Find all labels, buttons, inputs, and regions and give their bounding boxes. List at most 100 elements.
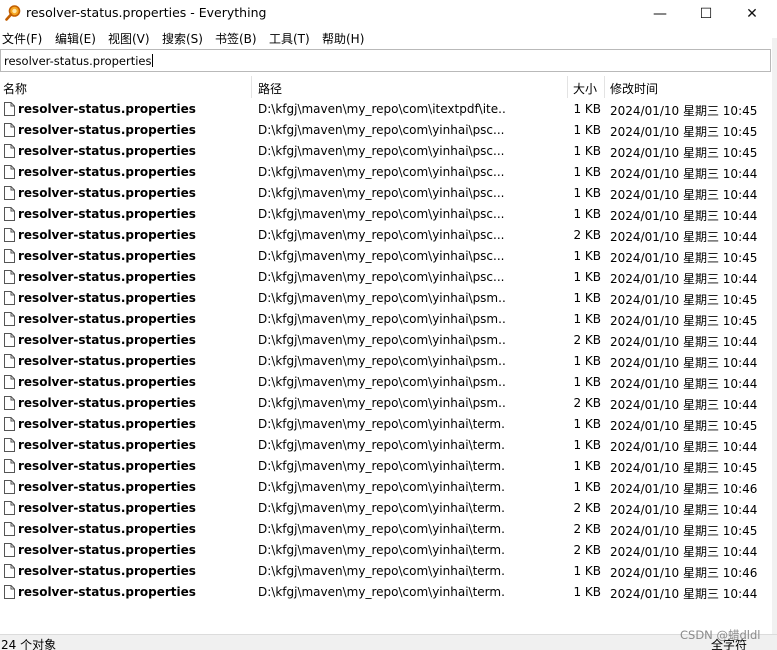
file-size: 2 KB [573,333,601,347]
maximize-button[interactable]: ☐ [683,0,729,27]
file-path: D:\kfgj\maven\my_repo\com\yinhai\psc... [258,270,505,284]
magnifier-icon [4,4,22,22]
column-header-name[interactable]: 名称 [3,80,27,97]
table-row[interactable]: resolver-status.properties D:\kfgj\maven\… [0,477,771,498]
column-divider[interactable] [251,76,252,98]
menu-edit[interactable]: 编辑(E) [55,30,96,47]
file-modified: 2024/01/10 星期三 10:44 [610,272,758,286]
file-path: D:\kfgj\maven\my_repo\com\yinhai\term... [258,438,506,452]
file-modified: 2024/01/10 星期三 10:45 [610,251,758,265]
file-path: D:\kfgj\maven\my_repo\com\yinhai\psm... [258,291,506,305]
file-path: D:\kfgj\maven\my_repo\com\yinhai\term... [258,585,506,599]
table-row[interactable]: resolver-status.properties D:\kfgj\maven\… [0,141,771,162]
column-divider[interactable] [567,76,568,98]
column-header-size[interactable]: 大小 [573,80,597,97]
file-icon [4,501,15,515]
file-size: 1 KB [573,312,601,326]
menu-bookmarks[interactable]: 书签(B) [215,30,257,47]
table-row[interactable]: resolver-status.properties D:\kfgj\maven\… [0,309,771,330]
table-row[interactable]: resolver-status.properties D:\kfgj\maven\… [0,330,771,351]
file-path: D:\kfgj\maven\my_repo\com\yinhai\psc... [258,144,505,158]
file-path: D:\kfgj\maven\my_repo\com\yinhai\psm... [258,312,506,326]
file-size: 1 KB [573,585,601,599]
watermark: CSDN @蜡dldl [680,628,761,642]
file-modified: 2024/01/10 星期三 10:46 [610,566,758,580]
file-modified: 2024/01/10 星期三 10:44 [610,503,758,517]
file-size: 1 KB [573,165,601,179]
results-list: resolver-status.properties D:\kfgj\maven\… [0,99,771,603]
file-size: 2 KB [573,543,601,557]
file-name: resolver-status.properties [18,564,196,578]
file-size: 1 KB [573,249,601,263]
file-name: resolver-status.properties [18,123,196,137]
file-path: D:\kfgj\maven\my_repo\com\yinhai\psm... [258,333,506,347]
table-row[interactable]: resolver-status.properties D:\kfgj\maven\… [0,204,771,225]
search-input[interactable]: resolver-status.properties [0,49,771,72]
file-size: 1 KB [573,354,601,368]
file-name: resolver-status.properties [18,543,196,557]
file-name: resolver-status.properties [18,102,196,116]
window-title: resolver-status.properties - Everything [26,5,267,20]
result-count: 24 个对象 [1,638,57,650]
file-name: resolver-status.properties [18,270,196,284]
file-icon [4,312,15,326]
table-row[interactable]: resolver-status.properties D:\kfgj\maven\… [0,540,771,561]
file-name: resolver-status.properties [18,480,196,494]
file-modified: 2024/01/10 星期三 10:44 [610,230,758,244]
file-name: resolver-status.properties [18,207,196,221]
file-size: 1 KB [573,123,601,137]
menu-help[interactable]: 帮助(H) [322,30,364,47]
file-modified: 2024/01/10 星期三 10:44 [610,440,758,454]
file-modified: 2024/01/10 星期三 10:45 [610,419,758,433]
table-row[interactable]: resolver-status.properties D:\kfgj\maven\… [0,288,771,309]
table-row[interactable]: resolver-status.properties D:\kfgj\maven\… [0,582,771,603]
file-size: 2 KB [573,522,601,536]
column-header-modified[interactable]: 修改时间 [610,80,658,97]
file-icon [4,207,15,221]
table-row[interactable]: resolver-status.properties D:\kfgj\maven\… [0,183,771,204]
table-row[interactable]: resolver-status.properties D:\kfgj\maven\… [0,351,771,372]
file-modified: 2024/01/10 星期三 10:44 [610,356,758,370]
table-row[interactable]: resolver-status.properties D:\kfgj\maven\… [0,162,771,183]
file-modified: 2024/01/10 星期三 10:45 [610,125,758,139]
file-icon [4,165,15,179]
table-row[interactable]: resolver-status.properties D:\kfgj\maven\… [0,456,771,477]
column-divider[interactable] [604,76,605,98]
file-size: 1 KB [573,144,601,158]
table-row[interactable]: resolver-status.properties D:\kfgj\maven\… [0,561,771,582]
file-icon [4,144,15,158]
file-modified: 2024/01/10 星期三 10:44 [610,209,758,223]
table-row[interactable]: resolver-status.properties D:\kfgj\maven\… [0,120,771,141]
file-modified: 2024/01/10 星期三 10:44 [610,398,758,412]
menu-view[interactable]: 视图(V) [108,30,150,47]
menu-tools[interactable]: 工具(T) [269,30,310,47]
file-path: D:\kfgj\maven\my_repo\com\yinhai\psc... [258,207,505,221]
file-icon [4,522,15,536]
table-row[interactable]: resolver-status.properties D:\kfgj\maven\… [0,372,771,393]
file-icon [4,123,15,137]
file-name: resolver-status.properties [18,333,196,347]
file-size: 1 KB [573,207,601,221]
file-size: 1 KB [573,186,601,200]
close-button[interactable]: ✕ [729,0,775,27]
table-row[interactable]: resolver-status.properties D:\kfgj\maven\… [0,246,771,267]
maximize-icon: ☐ [699,5,713,22]
table-row[interactable]: resolver-status.properties D:\kfgj\maven\… [0,498,771,519]
file-modified: 2024/01/10 星期三 10:46 [610,482,758,496]
column-header-path[interactable]: 路径 [258,80,282,97]
file-size: 1 KB [573,564,601,578]
table-row[interactable]: resolver-status.properties D:\kfgj\maven\… [0,99,771,120]
minimize-button[interactable]: — [637,0,683,27]
file-icon [4,480,15,494]
table-row[interactable]: resolver-status.properties D:\kfgj\maven\… [0,414,771,435]
table-row[interactable]: resolver-status.properties D:\kfgj\maven\… [0,267,771,288]
file-size: 2 KB [573,501,601,515]
menu-file[interactable]: 文件(F) [2,30,42,47]
table-row[interactable]: resolver-status.properties D:\kfgj\maven\… [0,435,771,456]
table-row[interactable]: resolver-status.properties D:\kfgj\maven\… [0,393,771,414]
table-row[interactable]: resolver-status.properties D:\kfgj\maven\… [0,519,771,540]
file-icon [4,249,15,263]
file-name: resolver-status.properties [18,291,196,305]
table-row[interactable]: resolver-status.properties D:\kfgj\maven\… [0,225,771,246]
menu-search[interactable]: 搜索(S) [162,30,203,47]
